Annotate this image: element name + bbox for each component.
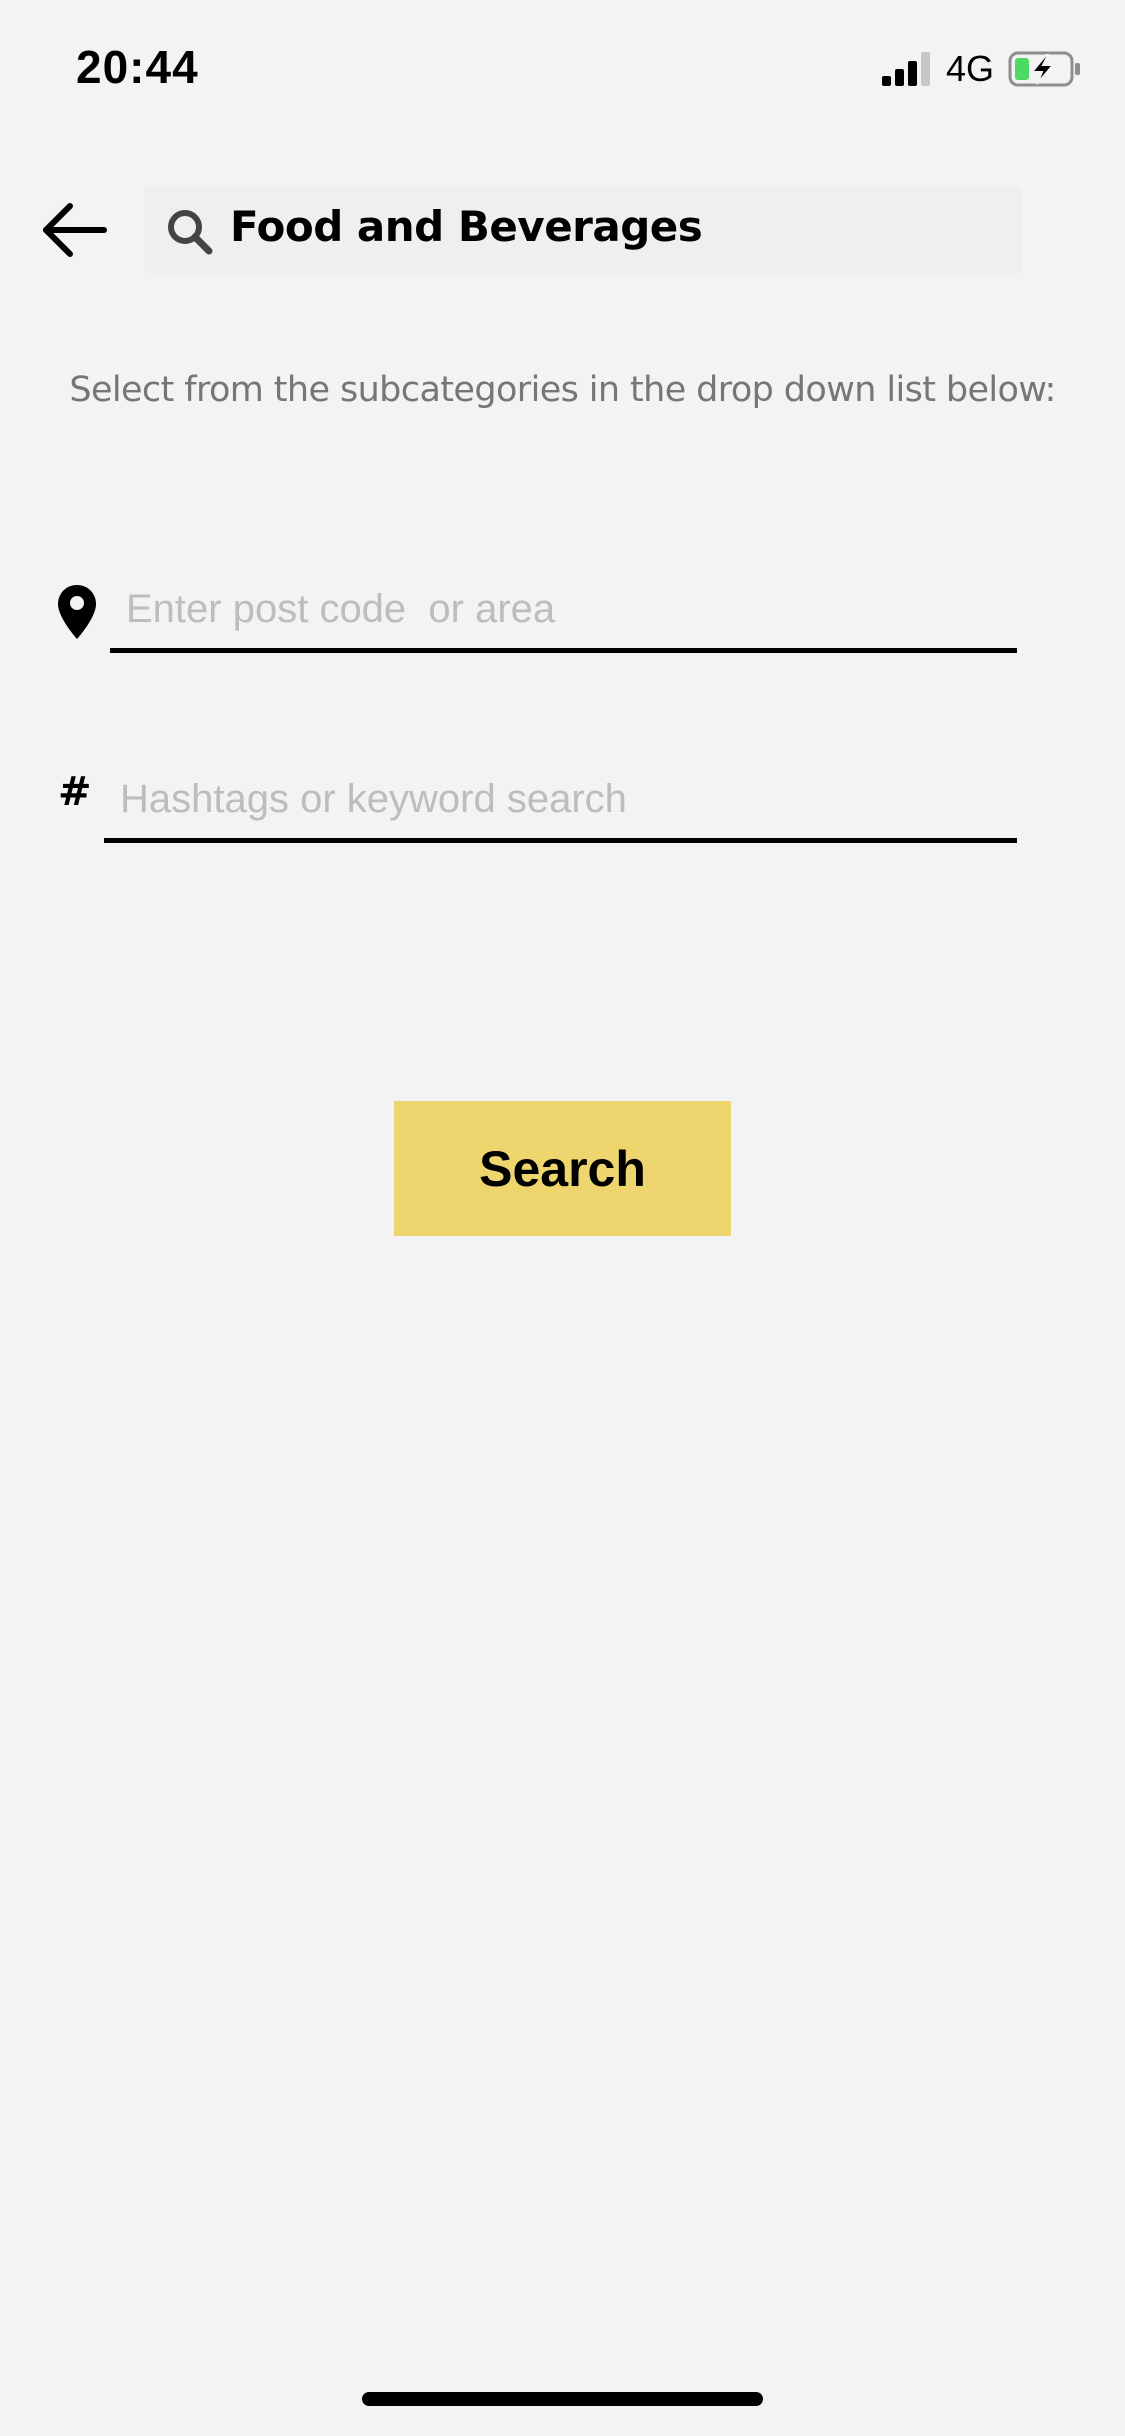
map-pin-icon — [58, 585, 96, 639]
location-input[interactable] — [112, 569, 1017, 649]
hashtag-search-input[interactable] — [106, 759, 1017, 839]
status-bar: 20:44 4G — [0, 0, 1125, 140]
hash-icon: # — [58, 769, 92, 815]
status-time: 20:44 — [76, 41, 199, 93]
search-button[interactable]: Search — [394, 1101, 731, 1236]
location-field-row — [0, 565, 1125, 655]
header: Food and Beverages — [0, 180, 1125, 280]
network-label: 4G — [946, 48, 995, 89]
search-bar[interactable]: Food and Beverages — [144, 186, 1022, 274]
search-icon — [168, 210, 213, 255]
home-indicator — [362, 2392, 763, 2406]
arrow-left-icon[interactable] — [40, 200, 110, 260]
battery-charging-icon — [1008, 51, 1080, 87]
location-underline — [110, 648, 1017, 653]
cellular-signal-icon — [882, 52, 930, 86]
hashtag-field-row: # — [0, 755, 1125, 845]
hashtag-underline — [104, 838, 1017, 843]
search-title: Food and Beverages — [230, 202, 703, 251]
instructions-text: Select from the subcategories in the dro… — [69, 370, 1056, 410]
